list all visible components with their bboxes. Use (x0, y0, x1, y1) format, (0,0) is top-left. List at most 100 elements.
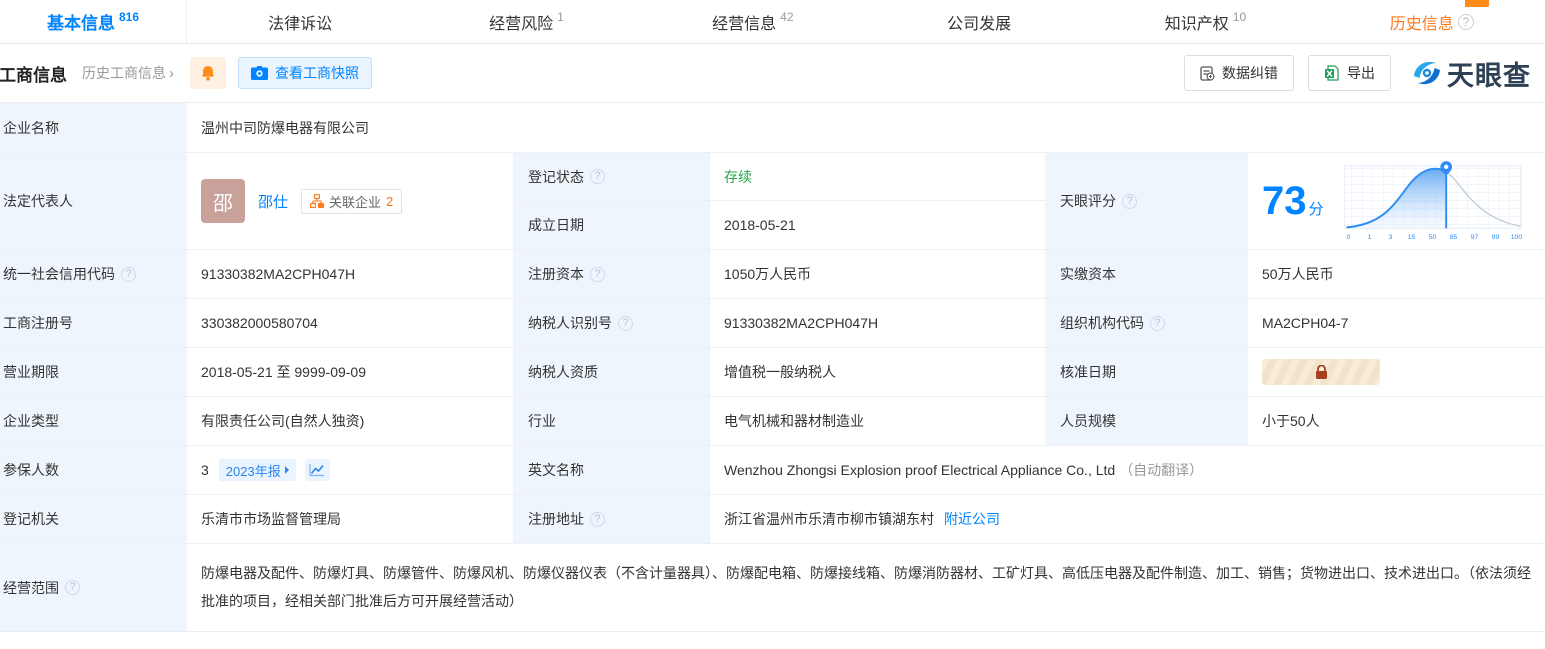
bell-icon (201, 65, 215, 81)
tianyancha-logo-icon (1414, 61, 1440, 85)
help-icon[interactable] (590, 511, 605, 527)
reg-authority-value: 乐清市市场监督管理局 (187, 495, 514, 544)
tianyancha-logo[interactable]: 天眼查 (1411, 54, 1531, 93)
tab-business-info[interactable]: 经营信息 42 (640, 0, 866, 43)
export-button-label: 导出 (1347, 65, 1375, 81)
tab-label: 法律诉讼 (268, 15, 333, 33)
annual-report-tag[interactable]: 2023年报 (218, 459, 296, 481)
lock-icon (1315, 364, 1327, 379)
tab-count-badge: 1 (557, 9, 564, 24)
tab-basic-info[interactable]: 基本信息 816 (0, 0, 187, 43)
org-chart-icon (310, 194, 325, 208)
industry-value: 电气机械和器材制造业 (710, 397, 1046, 446)
tab-count-badge: 10 (1232, 9, 1247, 24)
reg-number-value: 330382000580704 (187, 299, 514, 348)
svg-text:0: 0 (1346, 234, 1350, 241)
paid-capital-value: 50万人民币 (1248, 250, 1545, 299)
company-type-value: 有限责任公司(自然人独资) (187, 397, 514, 446)
camera-icon (251, 66, 268, 80)
snapshot-button-label: 查看工商快照 (275, 65, 359, 81)
industry-label: 行业 (514, 397, 710, 446)
nearby-companies-link[interactable]: 附近公司 (944, 509, 1000, 529)
correction-icon (1200, 65, 1215, 81)
reg-status-label: 登记状态 (514, 153, 710, 201)
company-name-value: 温州中司防爆电器有限公司 (187, 103, 1545, 153)
section-tabbar: 基本信息 816 法律诉讼 经营风险 1 经营信息 42 公司发展 知识产权 1… (0, 0, 1545, 44)
export-button[interactable]: 导出 (1308, 55, 1391, 91)
tab-label: 公司发展 (947, 15, 1012, 33)
establish-date-value: 2018-05-21 (710, 201, 1046, 250)
legal-rep-label: 法定代表人 (0, 153, 187, 250)
staff-size-value: 小于50人 (1248, 397, 1545, 446)
svg-text:1: 1 (1367, 234, 1371, 241)
legal-rep-value: 邵 邵仕 关联企业 2 (187, 153, 514, 250)
section-title: 工商信息 (0, 65, 67, 85)
help-icon[interactable] (1457, 13, 1474, 30)
tab-company-development[interactable]: 公司发展 (866, 0, 1092, 43)
credit-code-value: 91330382MA2CPH047H (187, 250, 514, 299)
reg-number-label: 工商注册号 (0, 299, 187, 348)
score-number[interactable]: 73 分 (1262, 179, 1324, 224)
tab-label: 经营风险 (489, 15, 554, 33)
data-correction-button[interactable]: 数据纠错 (1184, 55, 1294, 91)
tab-label: 知识产权 (1164, 15, 1229, 33)
taxpayer-id-label: 纳税人识别号 (514, 299, 710, 348)
business-term-value: 2018-05-21 至 9999-09-09 (187, 348, 514, 397)
business-term-label: 营业期限 (0, 348, 187, 397)
trend-chart-button[interactable] (304, 459, 330, 481)
excel-icon (1325, 65, 1339, 81)
reg-capital-label: 注册资本 (514, 250, 710, 299)
section-header: 工商信息 历史工商信息 查看工商快照 数据纠错 导出 (0, 44, 1545, 102)
reg-address-label: 注册地址 (514, 495, 710, 544)
insured-count-value: 3 2023年报 (187, 446, 514, 495)
taxpayer-quality-value: 增值税一般纳税人 (710, 348, 1046, 397)
help-icon[interactable] (65, 580, 80, 595)
help-icon[interactable] (590, 169, 605, 184)
svg-text:15: 15 (1407, 234, 1415, 241)
tab-count-badge: 816 (118, 9, 140, 24)
business-scope-value: 防爆电器及配件、防爆灯具、防爆管件、防爆风机、防爆仪器仪表（不含计量器具）、防爆… (187, 544, 1545, 631)
locked-value-button[interactable] (1262, 359, 1380, 385)
score-label: 天眼评分 (1046, 153, 1248, 250)
svg-text:85: 85 (1449, 234, 1457, 241)
establish-date-label: 成立日期 (514, 201, 710, 250)
chart-x-ticks: 0 1 3 15 50 85 97 99 100 (1346, 234, 1522, 241)
tab-count-badge: 42 (780, 9, 794, 24)
new-badge (1464, 0, 1489, 7)
help-icon[interactable] (1150, 315, 1165, 331)
monitor-bell-button[interactable] (190, 57, 226, 89)
help-icon[interactable] (121, 266, 136, 282)
svg-text:3: 3 (1388, 234, 1392, 241)
insured-count-label: 参保人数 (0, 446, 187, 495)
reg-status-value: 存续 (710, 153, 1046, 201)
tianyancha-logo-text: 天眼查 (1447, 60, 1531, 91)
legal-rep-avatar[interactable]: 邵 (201, 179, 245, 223)
svg-text:100: 100 (1510, 234, 1522, 241)
taxpayer-quality-label: 纳税人资质 (514, 348, 710, 397)
tab-history-info[interactable]: 历史信息 (1319, 0, 1545, 43)
credit-code-label: 统一社会信用代码 (0, 250, 187, 299)
business-info-table: 企业名称 温州中司防爆电器有限公司 法定代表人 邵 邵仕 关联企业 2 登记状态 (0, 102, 1545, 632)
tab-label: 经营信息 (712, 15, 777, 33)
tab-legal-proceedings[interactable]: 法律诉讼 (187, 0, 413, 43)
tab-intellectual-property[interactable]: 知识产权 10 (1092, 0, 1318, 43)
legal-rep-name-link[interactable]: 邵仕 (258, 191, 288, 212)
tab-label: 历史信息 (1389, 15, 1454, 33)
company-type-label: 企业类型 (0, 397, 187, 446)
org-code-value: MA2CPH04-7 (1248, 299, 1545, 348)
org-code-label: 组织机构代码 (1046, 299, 1248, 348)
tab-operating-risk[interactable]: 经营风险 1 (413, 0, 639, 43)
related-companies-badge[interactable]: 关联企业 2 (301, 188, 403, 214)
reg-authority-label: 登记机关 (0, 495, 187, 544)
view-snapshot-button[interactable]: 查看工商快照 (238, 57, 372, 89)
line-chart-icon (309, 464, 325, 477)
staff-size-label: 人员规模 (1046, 397, 1248, 446)
score-distribution-chart[interactable]: 0 1 3 15 50 85 97 99 100 (1336, 160, 1531, 242)
help-icon[interactable] (1122, 193, 1137, 209)
history-business-info-link[interactable]: 历史工商信息 (82, 63, 174, 83)
taxpayer-id-value: 91330382MA2CPH047H (710, 299, 1046, 348)
svg-text:50: 50 (1428, 234, 1436, 241)
help-icon[interactable] (590, 266, 605, 282)
help-icon[interactable] (618, 315, 633, 331)
company-name-label: 企业名称 (0, 103, 187, 153)
